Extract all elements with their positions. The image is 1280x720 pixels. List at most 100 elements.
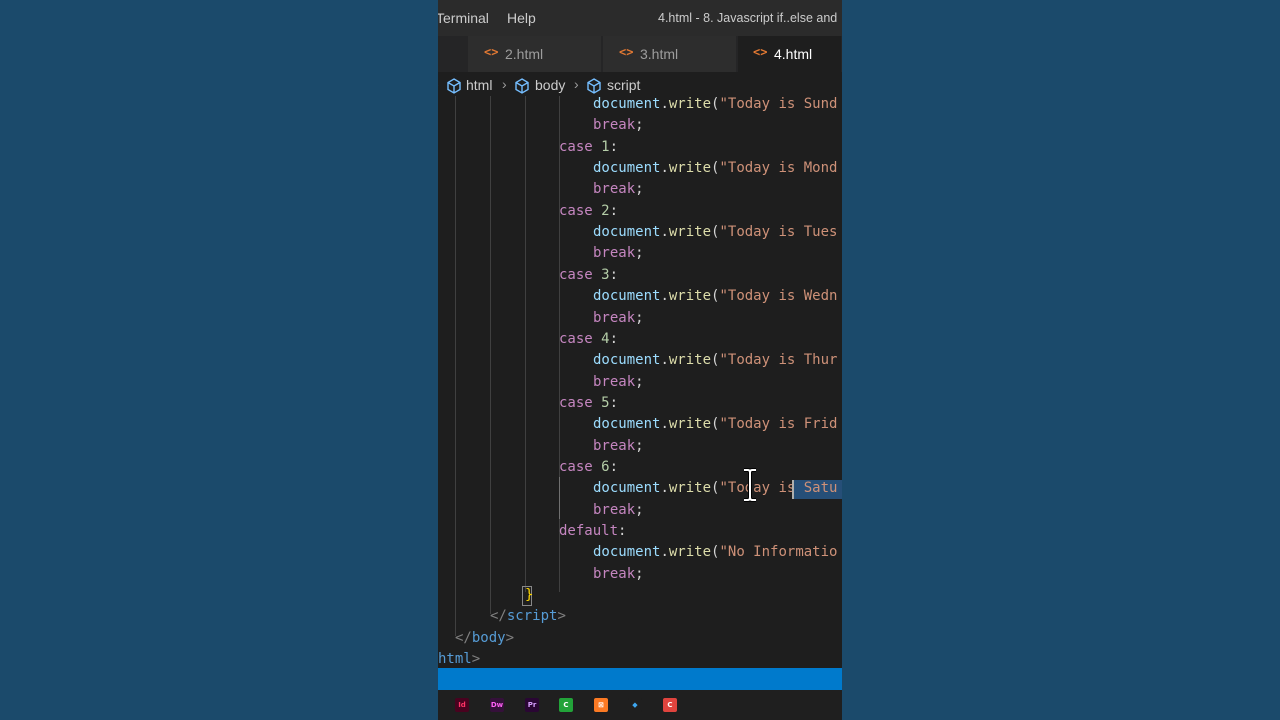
vscode-icon[interactable]: ◆: [628, 698, 642, 712]
green-app-icon[interactable]: C: [559, 698, 573, 712]
code-token: "Today is Tues: [719, 224, 838, 241]
chevron-right-icon: ›: [502, 76, 507, 92]
code-token: "Today is Frid: [719, 416, 838, 433]
code-line: document.write("Today is Satu: [593, 478, 837, 499]
code-token: </: [490, 608, 507, 625]
code-token: break: [593, 245, 636, 262]
code-token: write: [668, 480, 712, 497]
code-token: document: [593, 288, 661, 305]
code-token: .: [660, 416, 669, 433]
cube-icon: [587, 78, 601, 94]
code-token: :: [618, 523, 627, 539]
code-token: default: [559, 523, 619, 539]
code-token: ;: [635, 501, 644, 518]
code-token: >: [471, 651, 481, 668]
code-line: document.write("Today is Thur: [593, 350, 837, 371]
code-token: >: [557, 608, 566, 625]
code-token: write: [668, 224, 712, 241]
tab-label: 3.html: [640, 46, 679, 62]
code-token: break: [593, 309, 636, 326]
code-token: document: [593, 96, 661, 112]
cube-icon: [447, 78, 461, 94]
code-token: ;: [635, 437, 644, 454]
code-line: case 5:: [559, 393, 618, 414]
code-token: ;: [635, 245, 644, 262]
code-token: case: [559, 138, 602, 155]
menu-terminal[interactable]: Terminal: [438, 10, 489, 26]
tab-bar: <> 2.html <> 3.html <> 4.html: [438, 36, 842, 72]
code-token: case: [559, 458, 602, 475]
code-line: document.write("Today is Frid: [593, 414, 837, 435]
code-token: 4: [601, 330, 610, 347]
code-token: .: [660, 544, 669, 561]
code-token: "Today is Satu: [719, 480, 838, 497]
code-line: break;: [593, 179, 644, 200]
xampp-icon[interactable]: ⊠: [594, 698, 608, 712]
code-token: .: [660, 96, 669, 112]
code-line: document.write("Today is Sund: [593, 96, 837, 115]
code-token: case: [559, 394, 602, 411]
indent-guide: [455, 96, 456, 636]
code-token: document: [593, 160, 661, 177]
tab-4-html[interactable]: <> 4.html: [738, 36, 842, 72]
code-token: .: [660, 160, 669, 177]
code-token: break: [593, 565, 636, 582]
code-token: document: [593, 416, 661, 433]
code-token: ;: [635, 309, 644, 326]
code-token: ;: [635, 181, 644, 198]
code-token: 5: [601, 394, 610, 411]
tab-2-html[interactable]: <> 2.html: [468, 36, 602, 72]
code-token: document: [593, 352, 661, 369]
red-app-icon[interactable]: C: [663, 698, 677, 712]
code-token: }: [525, 587, 534, 604]
code-line: </script>: [490, 606, 566, 627]
code-token: write: [668, 288, 712, 305]
code-token: "No Informatio: [719, 544, 838, 561]
code-line: html>: [438, 649, 480, 668]
code-token: write: [668, 96, 712, 112]
breadcrumb-script[interactable]: script: [607, 77, 640, 93]
indent-guide: [525, 96, 526, 592]
code-token: case: [559, 202, 602, 219]
dreamweaver-icon[interactable]: Dw: [490, 698, 504, 712]
code-token: "Today is Thur: [719, 352, 838, 369]
code-token: break: [593, 181, 636, 198]
code-token: .: [660, 352, 669, 369]
code-line: document.write("Today is Wedn: [593, 286, 837, 307]
code-line: case 3:: [559, 265, 618, 286]
code-token: document: [593, 544, 661, 561]
code-token: >: [505, 629, 515, 646]
code-token: ;: [635, 373, 644, 390]
code-token: body: [471, 629, 506, 646]
window-title: 4.html - 8. Javascript if..else and: [658, 11, 838, 25]
code-editor[interactable]: document.write("Today is Sund break; case …: [438, 96, 842, 668]
code-line: break;: [593, 564, 644, 585]
ibeam-cursor-icon: [744, 468, 756, 502]
code-token: :: [609, 458, 619, 475]
code-token: .: [660, 480, 669, 497]
code-token: 3: [601, 266, 610, 283]
code-line: break;: [593, 500, 644, 521]
code-token: ;: [635, 117, 644, 134]
code-token: write: [668, 352, 712, 369]
code-line: break;: [593, 436, 644, 457]
menu-help[interactable]: Help: [507, 10, 536, 26]
indesign-icon[interactable]: Id: [455, 698, 469, 712]
code-token: break: [593, 501, 636, 518]
code-token: case: [559, 330, 602, 347]
breadcrumb-body[interactable]: body: [535, 77, 565, 93]
code-line: case 6:: [559, 457, 618, 478]
tab-3-html[interactable]: <> 3.html: [603, 36, 737, 72]
tab-label: 4.html: [774, 46, 813, 62]
code-line: </body>: [455, 628, 514, 649]
premiere-icon[interactable]: Pr: [525, 698, 539, 712]
code-line: default:: [559, 521, 626, 542]
code-line: }: [525, 585, 533, 606]
active-indent-guide: [559, 477, 560, 519]
code-token: case: [559, 266, 602, 283]
code-token: write: [668, 544, 712, 561]
code-token: :: [609, 394, 619, 411]
breadcrumb-html[interactable]: html: [466, 77, 492, 93]
vscode-window: Terminal Help 4.html - 8. Javascript if.…: [438, 0, 842, 720]
breadcrumb: › html › body › script: [438, 72, 842, 98]
